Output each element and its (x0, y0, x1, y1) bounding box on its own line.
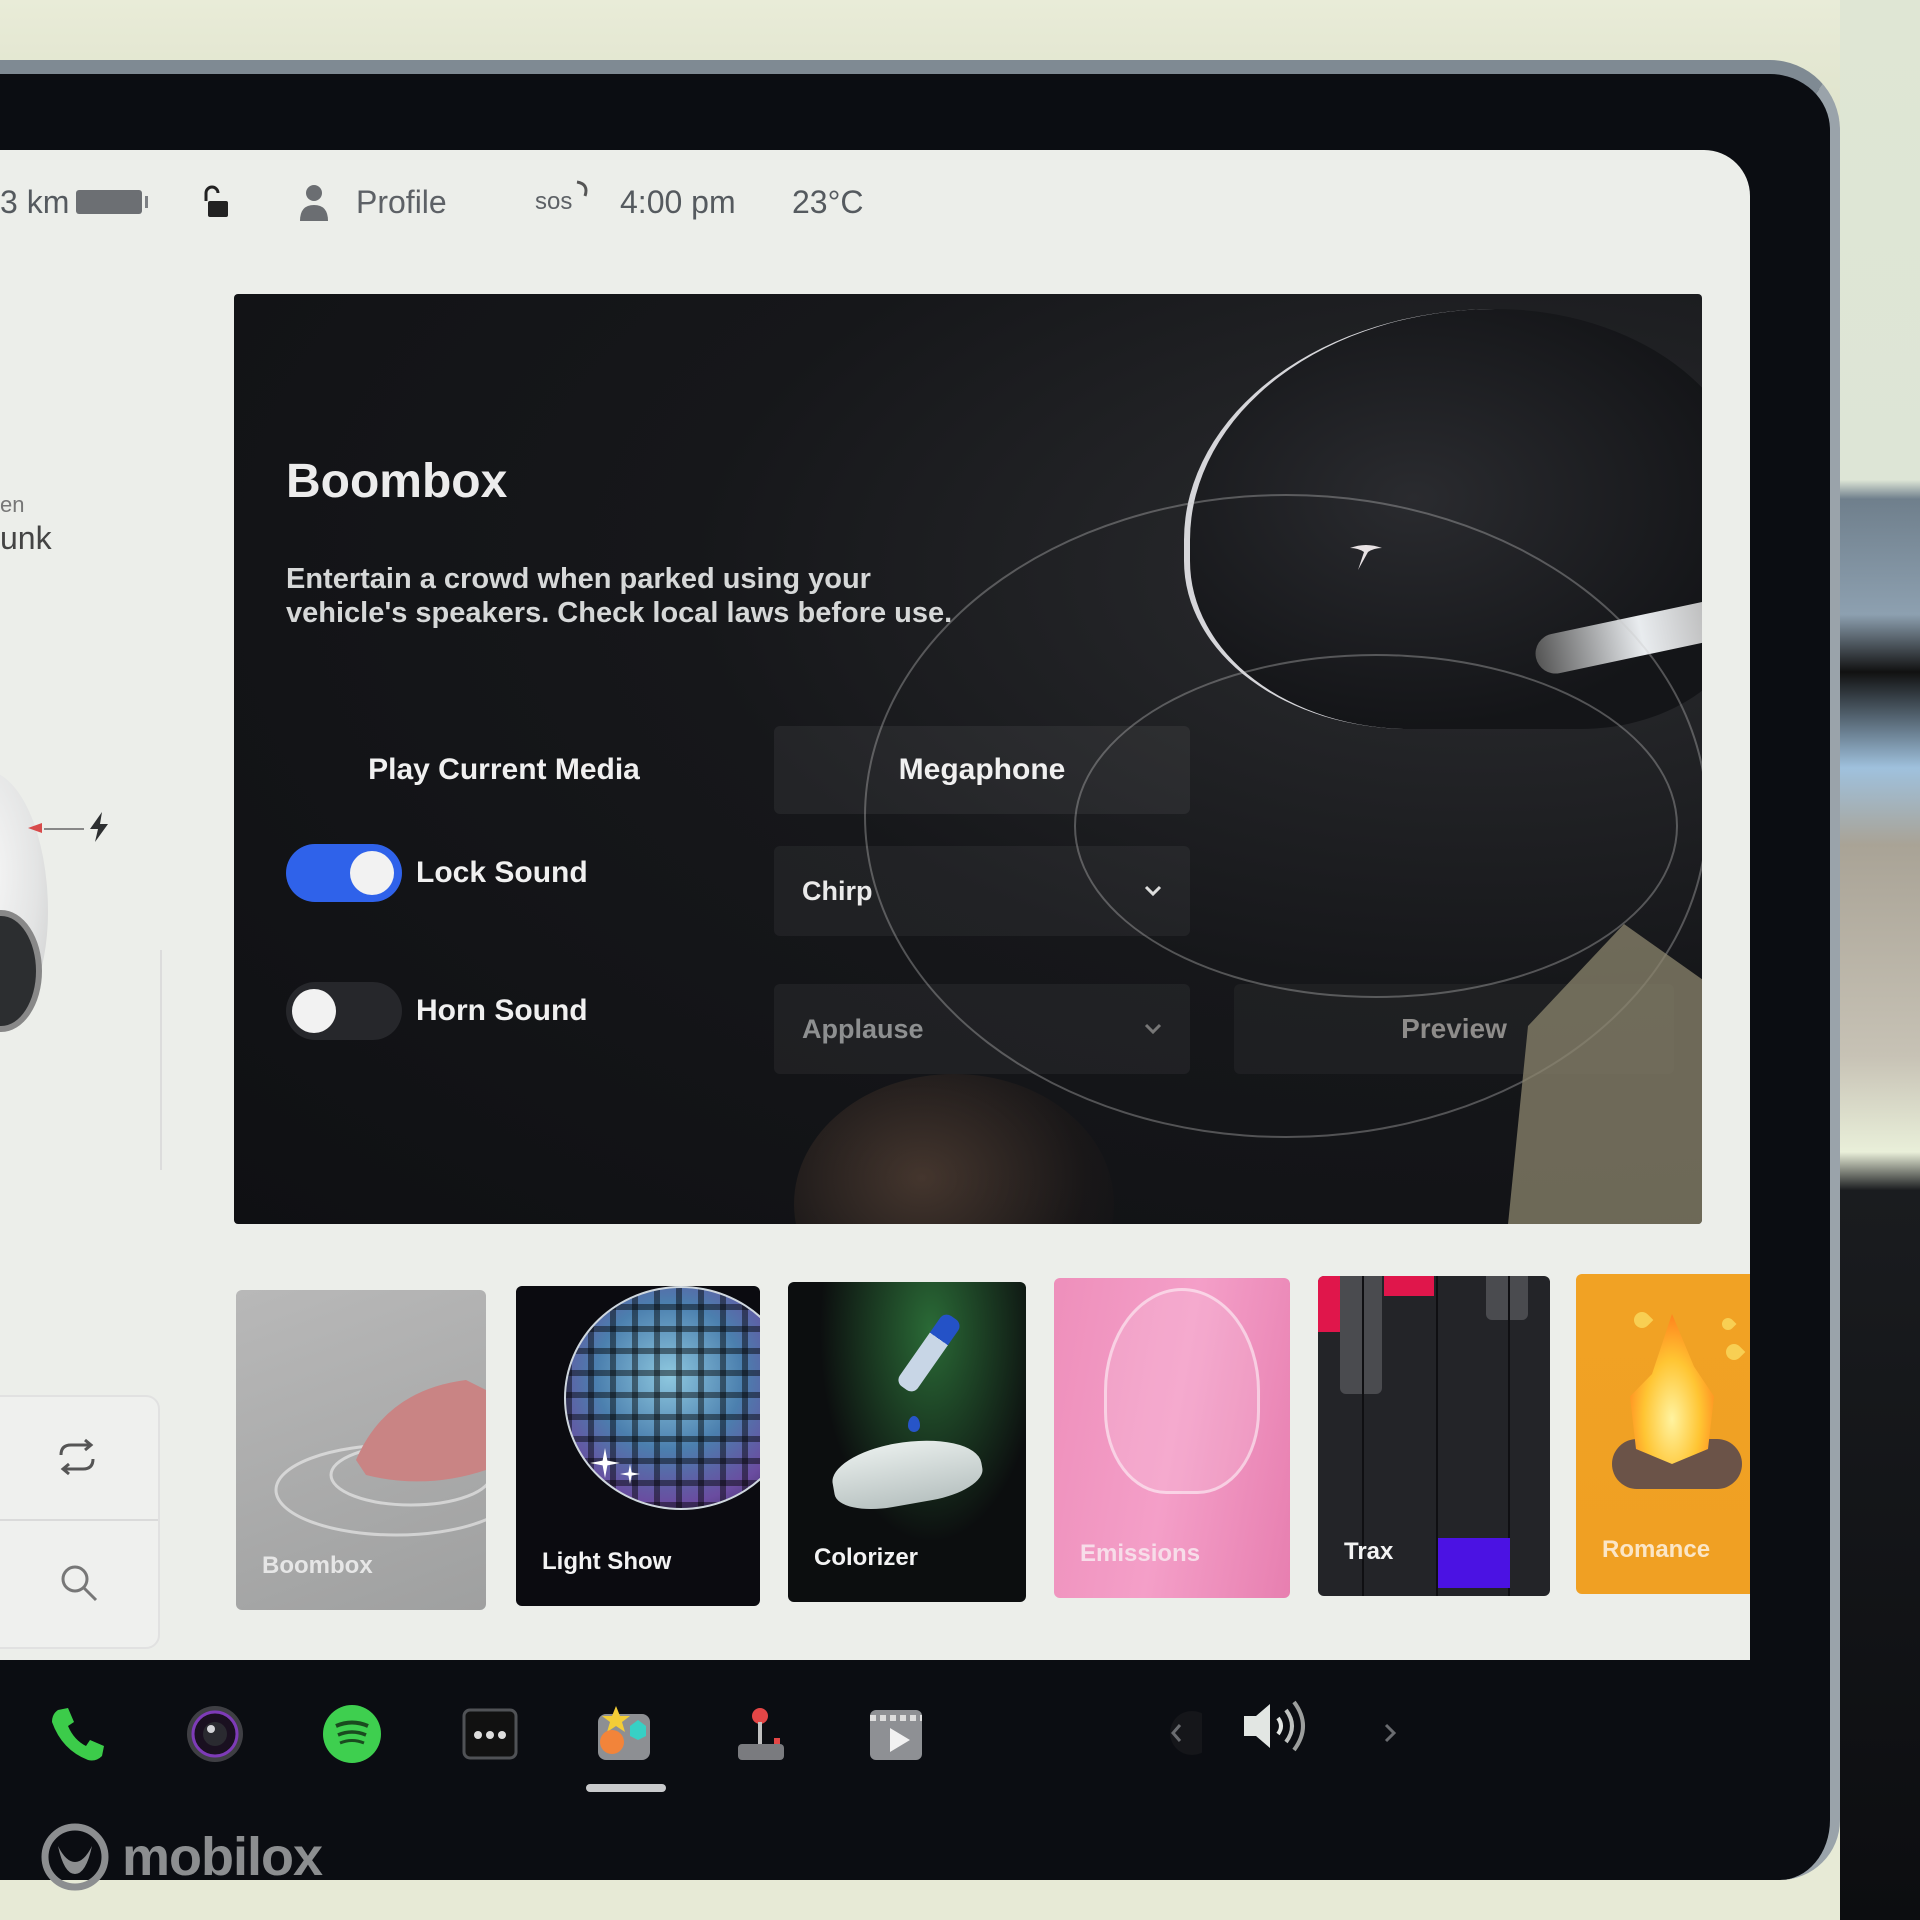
car-illustration (827, 1429, 987, 1517)
cushion-illustration (1104, 1288, 1260, 1494)
chevron-right-icon[interactable] (1370, 1708, 1410, 1758)
sound-ripple (1074, 654, 1678, 998)
horn-sound-select[interactable]: Applause (774, 984, 1190, 1074)
lock-sound-select[interactable]: Chirp (774, 846, 1190, 936)
chevron-down-icon (1144, 1023, 1162, 1035)
heart-icon (1630, 1308, 1654, 1332)
heart-icon (1722, 1340, 1746, 1364)
dock (0, 1660, 1800, 1820)
battery-tip (145, 196, 148, 208)
search-icon[interactable] (58, 1562, 100, 1604)
paint-drop (908, 1416, 920, 1432)
toggle-knob (350, 851, 394, 895)
lock-sound-toggle[interactable] (286, 844, 402, 902)
sos-call-icon (576, 180, 588, 197)
app-card-trax[interactable]: Trax (1318, 1276, 1550, 1596)
app-card-boombox[interactable]: Boombox (236, 1290, 486, 1610)
app-label: Light Show (542, 1548, 672, 1575)
phone-icon[interactable] (48, 1704, 108, 1764)
charge-port-line (44, 828, 84, 830)
status-bar: 3 km Profile sos 4:00 pm 23°C (0, 172, 1100, 232)
arcade-joystick-icon[interactable] (730, 1704, 790, 1764)
photo-background-right (1840, 0, 1920, 1920)
sos-label[interactable]: sos (535, 188, 572, 216)
app-label: Emissions (1080, 1540, 1201, 1567)
lock-sound-row: Lock Sound (286, 844, 588, 902)
app-card-light-show[interactable]: Light Show (516, 1286, 760, 1606)
boombox-car-illustration (274, 1380, 486, 1537)
note-bar (1384, 1276, 1434, 1296)
page-title: Boombox (286, 455, 508, 508)
sidebar-controls (0, 1395, 160, 1649)
touchscreen: 3 km Profile sos 4:00 pm 23°C en unk Boo… (0, 150, 1750, 1660)
unlock-icon[interactable] (198, 185, 230, 219)
app-label: Boombox (262, 1552, 373, 1579)
volume-icon[interactable] (1240, 1698, 1310, 1754)
toybox-icon[interactable] (594, 1704, 654, 1764)
horn-sound-row: Horn Sound (286, 982, 588, 1040)
app-card-romance[interactable]: Romance (1576, 1274, 1750, 1594)
sidebar-label-open: en (0, 492, 25, 517)
piano-key (1340, 1276, 1382, 1394)
clock: 4:00 pm (620, 183, 736, 220)
app-card-emissions[interactable]: Emissions (1054, 1278, 1290, 1598)
app-label: Romance (1602, 1536, 1711, 1563)
lock-sound-value: Chirp (802, 875, 873, 906)
page-description: Entertain a crowd when parked using your… (286, 563, 953, 629)
note-bar (1438, 1538, 1510, 1588)
note-bar (1318, 1276, 1340, 1332)
outside-temperature: 23°C (792, 183, 864, 220)
divider (0, 1519, 158, 1521)
sidebar-divider (160, 950, 162, 1170)
boombox-panel: Boombox Entertain a crowd when parked us… (234, 294, 1702, 1224)
profile-button[interactable]: Profile (356, 184, 447, 221)
watermark-text: mobilox (122, 1827, 323, 1887)
piano-key (1486, 1276, 1528, 1320)
more-apps-icon[interactable] (460, 1704, 520, 1764)
chevron-left-icon[interactable] (1162, 1708, 1202, 1758)
camera-icon[interactable] (185, 1704, 245, 1764)
app-card-colorizer[interactable]: Colorizer (788, 1282, 1026, 1602)
toybox-app-list: Boombox Light Show Colorizer Emissions T… (236, 1274, 1750, 1614)
mobilox-logo-icon (41, 1823, 109, 1891)
toggle-knob (292, 989, 336, 1033)
horn-sound-label: Horn Sound (416, 994, 588, 1027)
dropper-illustration (895, 1311, 963, 1395)
horn-sound-toggle[interactable] (286, 982, 402, 1040)
tab-play-current-media[interactable]: Play Current Media (274, 726, 734, 814)
spotify-icon[interactable] (322, 1704, 382, 1764)
chevron-down-icon (1144, 885, 1162, 897)
app-label: Trax (1344, 1538, 1394, 1565)
horn-sound-value: Applause (802, 1013, 924, 1044)
fire-illustration (1630, 1314, 1714, 1464)
battery-icon (76, 190, 142, 214)
range-readout: 3 km (0, 183, 70, 220)
heart-icon (1719, 1315, 1737, 1333)
person-icon[interactable] (298, 183, 330, 221)
lock-sound-label: Lock Sound (416, 856, 588, 889)
reflection (794, 1074, 1114, 1224)
theater-icon[interactable] (866, 1704, 926, 1764)
app-label: Colorizer (814, 1544, 919, 1571)
sidebar-trunk-button[interactable]: unk (0, 520, 52, 557)
charge-bolt-icon[interactable] (88, 812, 110, 842)
active-app-indicator (586, 1784, 666, 1792)
watermark: mobilox (40, 1822, 323, 1892)
sync-icon[interactable] (55, 1437, 99, 1477)
disco-ball-illustration (564, 1286, 760, 1510)
tab-megaphone[interactable]: Megaphone (774, 726, 1190, 814)
